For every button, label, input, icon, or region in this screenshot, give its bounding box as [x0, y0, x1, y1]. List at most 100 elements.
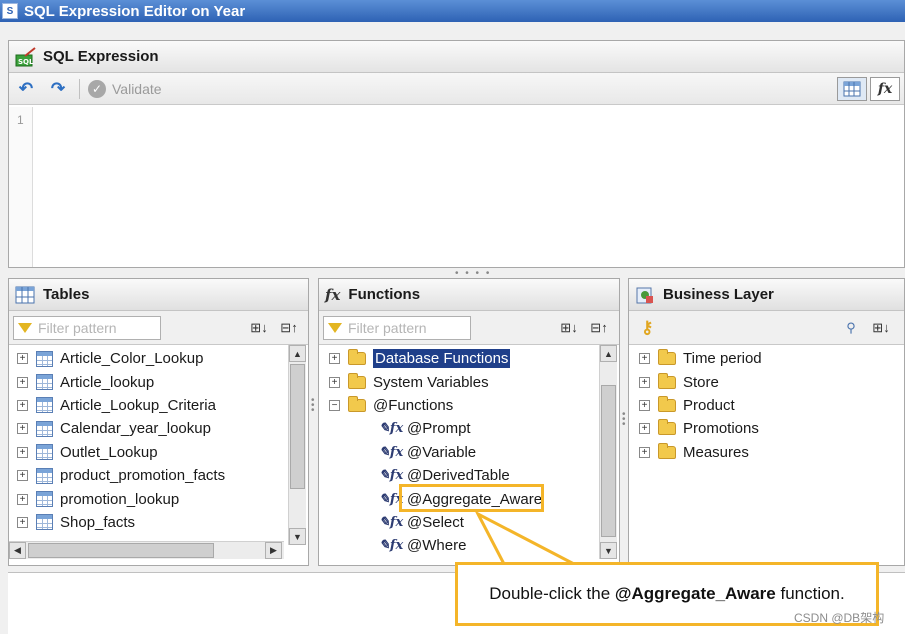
expand-icon[interactable]: + [639, 376, 650, 388]
sql-editor[interactable]: 1 [9, 107, 904, 267]
tables-view-button[interactable] [837, 77, 867, 101]
expand-icon[interactable]: + [17, 423, 28, 435]
scroll-thumb[interactable] [601, 385, 616, 537]
validate-button[interactable]: ✓ Validate [88, 79, 162, 98]
tree-row-function[interactable]: ✎fx @Variable [329, 441, 619, 464]
folder-open-icon [348, 395, 366, 412]
expand-icon[interactable]: + [329, 353, 340, 365]
tree-row-folder[interactable]: + Measures [639, 441, 904, 464]
table-icon [36, 350, 53, 367]
folder-name: Time period [683, 350, 762, 368]
expand-all-button[interactable]: ⊞↓ [871, 320, 891, 336]
tree-row-folder[interactable]: + Store [639, 370, 904, 393]
expand-icon[interactable]: + [639, 446, 650, 458]
table-name: Article_Lookup_Criteria [60, 396, 216, 414]
function-icon: ✎fx [379, 444, 404, 460]
expand-all-button[interactable]: ⊞↓ [559, 320, 579, 336]
tree-row-folder[interactable]: − @Functions [329, 394, 619, 417]
expand-icon[interactable]: + [639, 353, 650, 365]
find-button[interactable]: ⚲ [841, 320, 861, 336]
folder-icon [348, 349, 366, 366]
tree-row-function[interactable]: ✎fx @DerivedTable [329, 464, 619, 487]
tree-row-table[interactable]: + Article_lookup [17, 370, 308, 393]
sql-expression-header: SQL SQL Expression [9, 41, 904, 73]
window-title: SQL Expression Editor on Year [24, 2, 246, 20]
table-name: Shop_facts [60, 513, 136, 531]
tree-row-folder[interactable]: + Promotions [639, 417, 904, 440]
expand-icon[interactable]: + [17, 446, 28, 458]
table-name: product_promotion_facts [60, 467, 226, 485]
expand-icon[interactable]: + [17, 493, 28, 505]
undo-button[interactable]: ↶ [15, 78, 37, 100]
expand-icon[interactable]: + [17, 376, 28, 388]
callout-emphasis: @Aggregate_Aware [614, 584, 776, 603]
functions-filter-field[interactable] [323, 315, 471, 340]
table-icon [36, 397, 53, 414]
tables-pane: Tables ⊞↓ ⊟↑ + Article_Color_Lookup + Arti… [8, 278, 309, 566]
table-icon [36, 420, 53, 437]
tree-row-folder[interactable]: + Product [639, 394, 904, 417]
functions-vertical-scrollbar[interactable]: ▲ ▼ [599, 345, 617, 559]
scroll-right-button[interactable]: ▶ [265, 542, 282, 559]
scroll-left-button[interactable]: ◀ [9, 542, 26, 559]
tree-row-table[interactable]: + Shop_facts [17, 511, 308, 534]
collapse-icon[interactable]: − [329, 399, 340, 411]
tree-row-folder[interactable]: + Time period [639, 347, 904, 370]
scroll-thumb[interactable] [290, 364, 305, 489]
tables-horizontal-scrollbar[interactable]: ◀ ▶ [9, 541, 284, 559]
scroll-down-button[interactable]: ▼ [289, 528, 306, 545]
key-icon[interactable]: ⚷ [641, 318, 653, 338]
expand-all-icon: ⊞↓ [560, 320, 578, 335]
tables-filter-field[interactable] [13, 315, 161, 340]
collapse-all-button[interactable]: ⊟↑ [279, 320, 299, 336]
functions-view-button[interactable]: fx [870, 77, 900, 101]
scroll-up-button[interactable]: ▲ [289, 345, 306, 362]
expand-icon[interactable]: + [639, 399, 650, 411]
table-name: Article_Color_Lookup [60, 350, 204, 368]
tree-row-folder[interactable]: + Database Functions [329, 347, 619, 370]
tree-row-table[interactable]: + Calendar_year_lookup [17, 417, 308, 440]
function-name: @DerivedTable [407, 467, 510, 485]
undo-icon: ↶ [18, 78, 34, 98]
expand-icon[interactable]: + [17, 353, 28, 365]
filter-icon [18, 322, 32, 333]
svg-text:SQL: SQL [18, 58, 34, 66]
check-icon: ✓ [88, 79, 106, 98]
function-name: @Prompt [407, 420, 471, 438]
tree-row-table[interactable]: + promotion_lookup [17, 487, 308, 510]
collapse-all-button[interactable]: ⊟↑ [589, 320, 609, 336]
table-icon [36, 374, 53, 391]
tree-row-table[interactable]: + Article_Color_Lookup [17, 347, 308, 370]
tree-row-table[interactable]: + Outlet_Lookup [17, 441, 308, 464]
window-titlebar: S SQL Expression Editor on Year [0, 0, 905, 22]
scroll-down-button[interactable]: ▼ [600, 542, 617, 559]
functions-filter-input[interactable] [348, 319, 468, 336]
expand-icon[interactable]: + [17, 516, 28, 528]
sql-expression-icon: SQL [15, 46, 36, 66]
expand-icon[interactable]: + [329, 376, 340, 388]
tables-vertical-scrollbar[interactable]: ▲ ▼ [288, 345, 306, 545]
sql-text-area[interactable] [33, 107, 904, 267]
tree-row-folder[interactable]: + System Variables [329, 370, 619, 393]
sql-expression-panel: SQL SQL Expression ↶ ↷ ✓ Validate fx 1 [8, 40, 905, 268]
expand-all-button[interactable]: ⊞↓ [249, 320, 269, 336]
expand-icon[interactable]: + [17, 470, 28, 482]
app-icon: S [2, 3, 18, 19]
pane-splitter-grip[interactable]: • • • [311, 396, 317, 416]
expand-icon[interactable]: + [639, 423, 650, 435]
tables-filter-input[interactable] [38, 319, 158, 336]
tree-row-function-aggregate-aware[interactable]: ✎fx @Aggregate_Aware [329, 487, 619, 510]
redo-button[interactable]: ↷ [47, 78, 69, 100]
scroll-up-button[interactable]: ▲ [600, 345, 617, 362]
expand-icon[interactable]: + [17, 399, 28, 411]
tables-header: Tables [9, 279, 308, 311]
table-name: Calendar_year_lookup [60, 420, 211, 438]
fx-icon: fx [877, 81, 893, 97]
tree-row-table[interactable]: + Article_Lookup_Criteria [17, 394, 308, 417]
tree-row-table[interactable]: + product_promotion_facts [17, 464, 308, 487]
horizontal-scroll-thumb[interactable] [28, 543, 214, 558]
function-icon: ✎fx [379, 421, 404, 437]
folder-name: Measures [683, 443, 749, 461]
tree-row-function[interactable]: ✎fx @Prompt [329, 417, 619, 440]
table-icon [36, 491, 53, 508]
